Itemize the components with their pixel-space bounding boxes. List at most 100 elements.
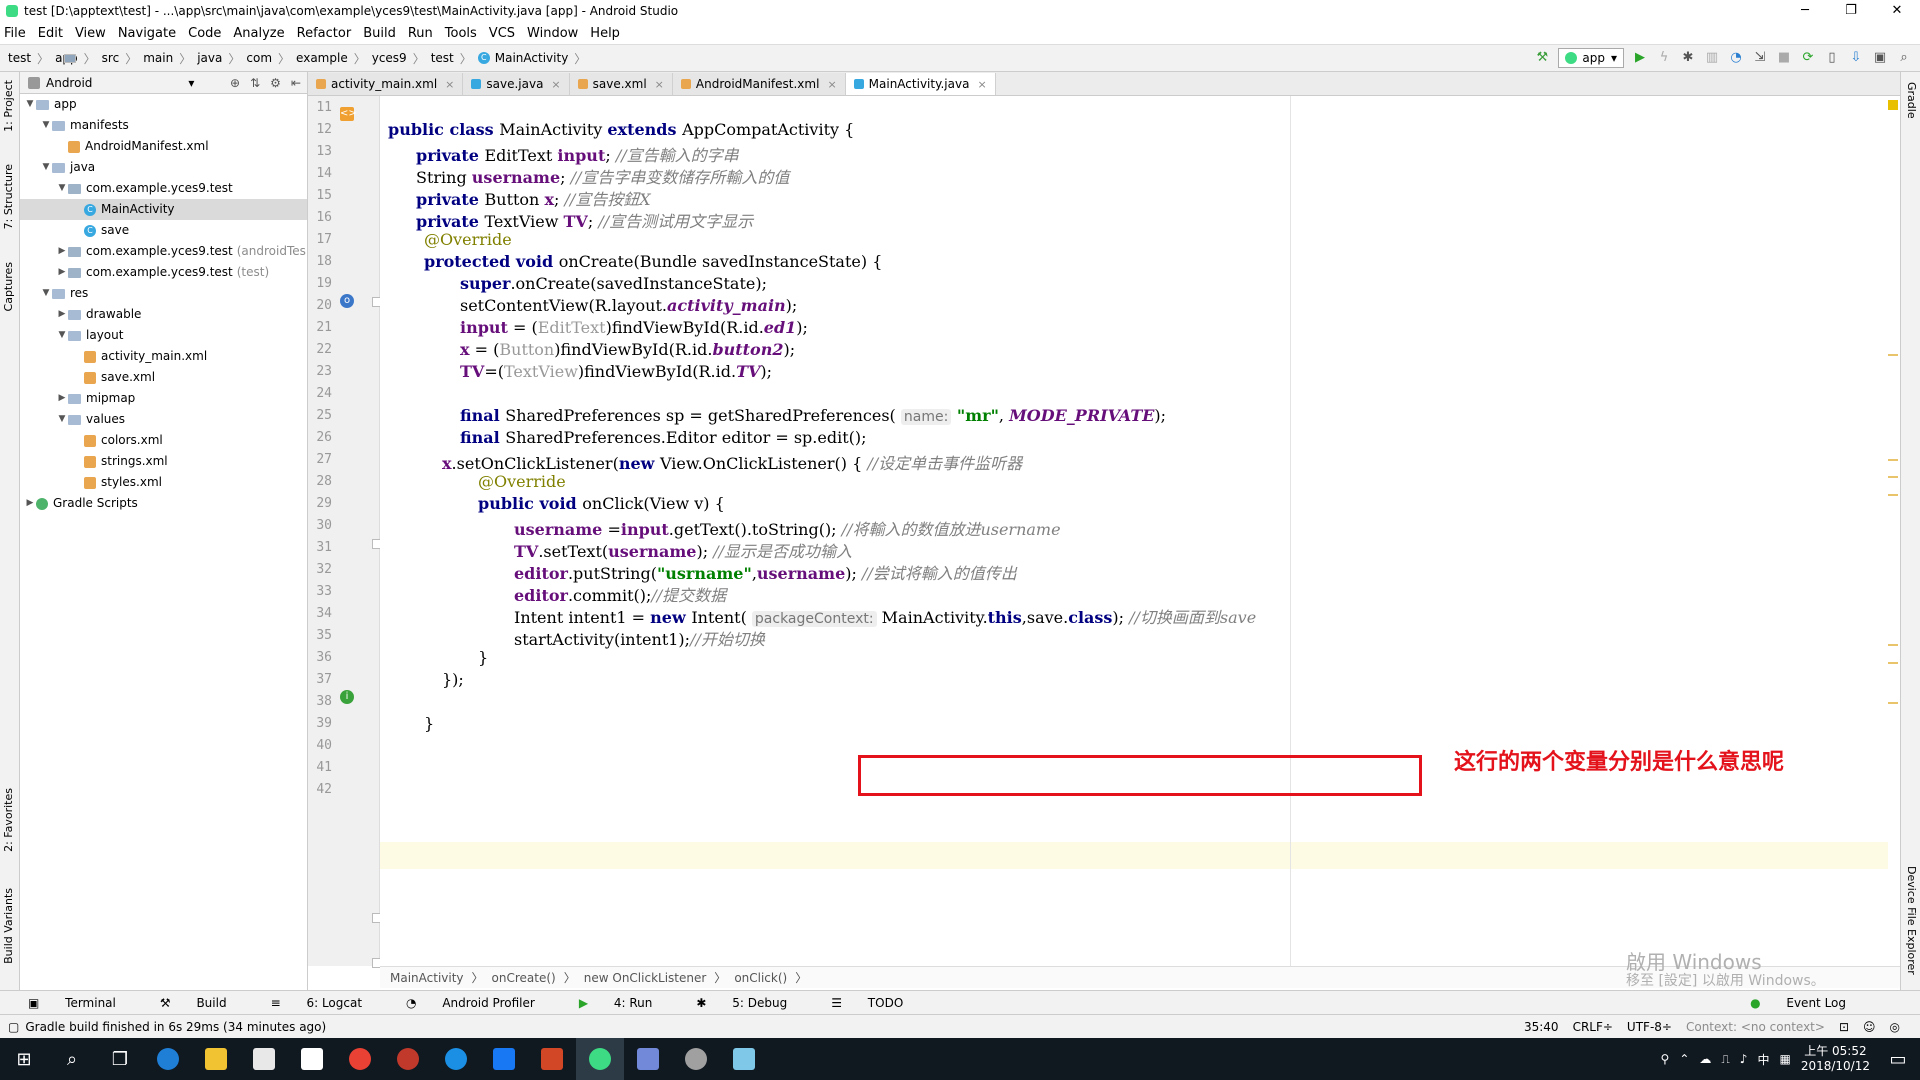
windows-start-icon[interactable]: ⊞ xyxy=(0,1038,48,1080)
search-icon[interactable]: ⌕ xyxy=(48,1038,96,1080)
menu-build[interactable]: Build xyxy=(363,26,396,41)
menu-edit[interactable]: Edit xyxy=(38,26,63,41)
chevron-down-icon[interactable]: ▼ xyxy=(24,94,36,115)
menu-window[interactable]: Window xyxy=(527,26,578,41)
tree-item[interactable]: ▶ Gradle Scripts xyxy=(20,493,307,514)
tree-item[interactable]: ▼ java xyxy=(20,157,307,178)
chevron-right-icon[interactable]: ▶ xyxy=(56,304,68,325)
chevron-right-icon[interactable]: ▶ xyxy=(56,262,68,283)
game-icon[interactable] xyxy=(672,1038,720,1080)
chevron-down-icon[interactable]: ▼ xyxy=(40,115,52,136)
android-studio-taskbar-icon[interactable] xyxy=(576,1038,624,1080)
chevron-down-icon[interactable]: ▼ xyxy=(56,409,68,430)
crumb-class[interactable]: MainActivity xyxy=(390,971,464,985)
event-log-tab[interactable]: ● Event Log xyxy=(1750,996,1868,1010)
menu-navigate[interactable]: Navigate xyxy=(118,26,176,41)
menu-refactor[interactable]: Refactor xyxy=(297,26,352,41)
logcat-tab[interactable]: ≡ 6: Logcat xyxy=(271,996,384,1010)
run-config-select[interactable]: app ▾ xyxy=(1558,48,1624,68)
hammer-icon[interactable]: ⚒ xyxy=(1534,50,1550,66)
edge-icon[interactable] xyxy=(144,1038,192,1080)
close-tab-icon[interactable]: × xyxy=(827,78,836,91)
memory-icon[interactable]: ◎ xyxy=(1890,1020,1900,1034)
messenger-icon[interactable] xyxy=(480,1038,528,1080)
breadcrumb-mainactivity[interactable]: C MainActivity 〉 xyxy=(477,50,586,67)
sdk-manager-icon[interactable]: ⇩ xyxy=(1848,50,1864,66)
notepad-icon[interactable] xyxy=(720,1038,768,1080)
breadcrumb-test-pkg[interactable]: test 〉 xyxy=(64,50,472,67)
clock[interactable]: 上午 05:52 2018/10/12 xyxy=(1801,1044,1870,1074)
close-tab-icon[interactable]: × xyxy=(655,78,664,91)
layout-link-icon[interactable]: <> xyxy=(340,107,357,121)
favorites-tool-tab[interactable]: 2: Favorites xyxy=(2,788,15,852)
maximize-icon[interactable]: ❐ xyxy=(1828,0,1874,22)
build-tab[interactable]: ⚒ Build xyxy=(160,996,249,1010)
network-icon[interactable]: ⎍ xyxy=(1721,1052,1729,1067)
tree-item[interactable]: ▶ com.example.yces9.test (androidTes xyxy=(20,241,307,262)
editor-tab[interactable]: activity_main.xml × xyxy=(308,73,464,95)
tree-item[interactable]: activity_main.xml xyxy=(20,346,307,367)
tree-item[interactable]: ▼ manifests xyxy=(20,115,307,136)
chevron-down-icon[interactable]: ▾ xyxy=(188,76,194,90)
structure-tool-tab[interactable]: 7: Structure xyxy=(2,164,15,229)
avd-manager-icon[interactable]: ▯ xyxy=(1824,50,1840,66)
tree-item[interactable]: ▶ mipmap xyxy=(20,388,307,409)
gear-icon[interactable]: ⚙ xyxy=(270,76,281,90)
people-icon[interactable]: ⚲ xyxy=(1661,1052,1670,1066)
debug-tab[interactable]: ✱ 5: Debug xyxy=(696,996,809,1010)
profile-icon[interactable]: ◔ xyxy=(1728,50,1744,66)
store-icon[interactable] xyxy=(240,1038,288,1080)
override-method-icon[interactable]: o xyxy=(340,294,354,308)
menu-view[interactable]: View xyxy=(75,26,106,41)
tree-item[interactable]: ▼ com.example.yces9.test xyxy=(20,178,307,199)
close-tab-icon[interactable]: × xyxy=(445,78,454,91)
inspector-icon[interactable]: ☺ xyxy=(1863,1020,1876,1034)
menu-file[interactable]: File xyxy=(4,26,26,41)
sync-icon[interactable]: ⟳ xyxy=(1800,50,1816,66)
powerpoint-icon[interactable] xyxy=(528,1038,576,1080)
breadcrumb-test[interactable]: test 〉 xyxy=(8,50,76,67)
notification-icon[interactable]: ▭ xyxy=(1876,1038,1920,1080)
captures-tool-tab[interactable]: Captures xyxy=(2,262,15,311)
crumb-listener[interactable]: new OnClickListener xyxy=(584,971,707,985)
tree-item[interactable]: C MainActivity xyxy=(20,199,307,220)
volume-icon[interactable]: ♪ xyxy=(1740,1052,1748,1066)
menu-help[interactable]: Help xyxy=(590,26,620,41)
hide-icon[interactable]: ⇤ xyxy=(291,76,301,90)
chevron-right-icon[interactable]: ▶ xyxy=(24,493,36,514)
lock-icon[interactable]: ⊡ xyxy=(1839,1020,1849,1034)
tree-item[interactable]: ▼ values xyxy=(20,409,307,430)
file-explorer-icon[interactable] xyxy=(192,1038,240,1080)
breadcrumb-com[interactable]: com 〉 xyxy=(64,50,290,67)
breadcrumb-example[interactable]: example 〉 xyxy=(64,50,366,67)
editor-scrollbar[interactable] xyxy=(1888,96,1900,966)
browser-icon[interactable] xyxy=(432,1038,480,1080)
task-view-icon[interactable]: ❐ xyxy=(96,1038,144,1080)
mail-icon[interactable] xyxy=(288,1038,336,1080)
close-tab-icon[interactable]: × xyxy=(977,78,986,91)
editor-tab[interactable]: save.java × xyxy=(463,73,570,95)
project-tool-tab[interactable]: 1: Project xyxy=(2,80,15,132)
chevron-down-icon[interactable]: ▼ xyxy=(56,178,68,199)
tree-item[interactable]: ▶ drawable xyxy=(20,304,307,325)
terminal-tab[interactable]: ▣ Terminal xyxy=(28,996,138,1010)
breadcrumb-main[interactable]: main 〉 xyxy=(64,50,191,67)
tree-item[interactable]: ▼ layout xyxy=(20,325,307,346)
menu-run[interactable]: Run xyxy=(408,26,433,41)
stop-icon[interactable]: ■ xyxy=(1776,50,1792,66)
implement-method-icon[interactable]: i xyxy=(340,690,354,704)
menu-analyze[interactable]: Analyze xyxy=(233,26,284,41)
coverage-icon[interactable]: ▥ xyxy=(1704,50,1720,66)
tree-item[interactable]: Csave xyxy=(20,220,307,241)
breadcrumb-yces9[interactable]: yces9 〉 xyxy=(64,50,425,67)
app-icon[interactable] xyxy=(384,1038,432,1080)
line-separator[interactable]: CRLF÷ xyxy=(1573,1020,1613,1034)
menu-tools[interactable]: Tools xyxy=(445,26,477,41)
close-tab-icon[interactable]: × xyxy=(551,78,560,91)
tray-chevron-icon[interactable]: ⌃ xyxy=(1679,1052,1689,1066)
chevron-right-icon[interactable]: ▶ xyxy=(56,241,68,262)
apply-changes-icon[interactable]: ϟ xyxy=(1656,50,1672,66)
tree-item[interactable]: styles.xml xyxy=(20,472,307,493)
close-icon[interactable]: ✕ xyxy=(1874,0,1920,22)
chevron-down-icon[interactable]: ▼ xyxy=(40,157,52,178)
